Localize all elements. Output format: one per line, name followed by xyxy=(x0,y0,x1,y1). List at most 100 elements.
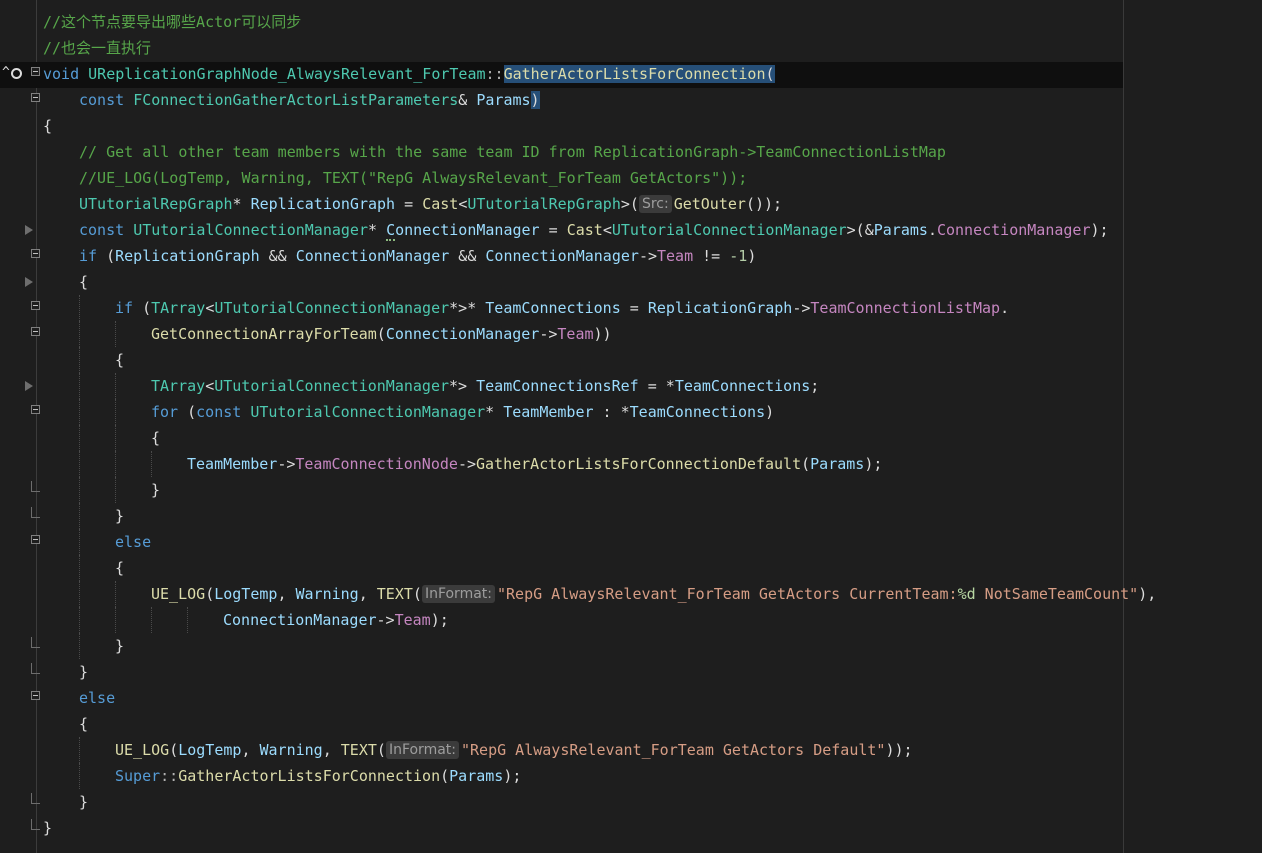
code-line[interactable]: // Get all other team members with the s… xyxy=(0,139,1262,165)
indent-guide xyxy=(115,607,117,633)
code-line[interactable]: UE_LOG(LogTemp, Warning, TEXT(InFormat: "… xyxy=(0,581,1262,607)
code-line[interactable]: { xyxy=(0,425,1262,451)
code-line[interactable]: //UE_LOG(LogTemp, Warning, TEXT("RepG Al… xyxy=(0,165,1262,191)
code-token: } xyxy=(79,663,89,681)
code-text: GetConnectionArrayForTeam(ConnectionMana… xyxy=(151,321,612,347)
fold-collapse-icon[interactable] xyxy=(31,691,40,700)
indent-guide xyxy=(79,503,81,529)
code-text: //这个节点要导出哪些Actor可以同步 xyxy=(43,9,301,35)
code-editor[interactable]: //这个节点要导出哪些Actor可以同步 //也会一直执行 ^ void URepli… xyxy=(0,0,1262,853)
code-line[interactable]: else xyxy=(0,529,1262,555)
code-line[interactable]: } xyxy=(0,815,1262,841)
code-token: // Get all other team members with the s… xyxy=(79,143,946,161)
code-token: ); xyxy=(430,611,449,629)
code-token: *>* xyxy=(449,299,486,317)
code-line[interactable]: const UTutorialConnectionManager* Connec… xyxy=(0,217,1262,243)
code-line[interactable]: if (TArray<UTutorialConnectionManager*>*… xyxy=(0,295,1262,321)
indent-guide xyxy=(79,295,81,321)
code-line[interactable]: UTutorialRepGraph* ReplicationGraph = Ca… xyxy=(0,191,1262,217)
expand-arrow-icon[interactable] xyxy=(25,277,33,287)
code-token: -1 xyxy=(729,247,748,265)
indent-guide xyxy=(79,425,81,451)
code-token: UTutorialConnectionManager xyxy=(214,299,450,317)
code-line[interactable]: } xyxy=(0,633,1262,659)
override-marker-icon[interactable]: ^ xyxy=(2,66,22,80)
code-line[interactable]: //也会一直执行 xyxy=(0,35,1262,61)
code-token: Team xyxy=(394,611,431,629)
code-line[interactable]: if (ReplicationGraph && ConnectionManage… xyxy=(0,243,1262,269)
code-token: if xyxy=(79,247,98,265)
code-token: UTutorialConnectionManager xyxy=(611,221,847,239)
code-token: , xyxy=(277,585,296,603)
fold-end-marker xyxy=(31,663,40,674)
fold-collapse-icon[interactable] xyxy=(31,93,40,102)
code-token: *> xyxy=(449,377,477,395)
code-token: UTutorialRepGraph xyxy=(467,195,621,213)
code-token: onnectionManager xyxy=(395,221,540,239)
fold-collapse-icon[interactable] xyxy=(31,405,40,414)
code-token: for xyxy=(151,403,179,421)
fold-collapse-icon[interactable] xyxy=(31,249,40,258)
code-token: //这个节点要导出哪些Actor可以同步 xyxy=(43,13,302,31)
code-line[interactable]: ConnectionManager->Team); xyxy=(0,607,1262,633)
code-line[interactable]: TeamMember->TeamConnectionNode->GatherAc… xyxy=(0,451,1262,477)
code-line[interactable]: { xyxy=(0,347,1262,373)
indent-guide xyxy=(79,737,81,763)
code-token: != xyxy=(693,247,730,265)
code-token: TeamConnections xyxy=(629,403,766,421)
code-line[interactable]: TArray<UTutorialConnectionManager*> Team… xyxy=(0,373,1262,399)
code-token: ( xyxy=(169,741,179,759)
code-token: < xyxy=(602,221,612,239)
code-token: Warning xyxy=(259,741,323,759)
fold-collapse-icon[interactable] xyxy=(31,535,40,544)
code-line[interactable]: } xyxy=(0,477,1262,503)
code-token: else xyxy=(79,689,116,707)
fold-collapse-icon[interactable] xyxy=(31,301,40,310)
code-line[interactable]: { xyxy=(0,555,1262,581)
fold-collapse-icon[interactable] xyxy=(31,67,40,76)
code-line[interactable]: ^ void UReplicationGraphNode_AlwaysReleva… xyxy=(0,61,1262,87)
code-text: if (ReplicationGraph && ConnectionManage… xyxy=(79,243,756,269)
code-line[interactable]: { xyxy=(0,113,1262,139)
expand-arrow-icon[interactable] xyxy=(25,225,33,235)
fold-end-marker xyxy=(31,507,40,518)
indent-guide xyxy=(151,607,153,633)
fold-collapse-icon[interactable] xyxy=(31,327,40,336)
code-token: UTutorialConnectionManager xyxy=(133,221,368,239)
code-line[interactable]: const FConnectionGatherActorListParamete… xyxy=(0,87,1262,113)
code-line[interactable]: Super::GatherActorListsForConnection(Par… xyxy=(0,763,1262,789)
code-line[interactable]: } xyxy=(0,789,1262,815)
code-token: UTutorialConnectionManager xyxy=(250,403,486,421)
code-token: { xyxy=(43,117,53,135)
code-text: { xyxy=(151,425,160,451)
code-token: const xyxy=(79,221,125,239)
code-token: ( xyxy=(205,585,215,603)
code-line[interactable]: UE_LOG(LogTemp, Warning, TEXT(InFormat: "… xyxy=(0,737,1262,763)
code-line[interactable]: } xyxy=(0,503,1262,529)
code-line[interactable]: for (const UTutorialConnectionManager* T… xyxy=(0,399,1262,425)
code-token: { xyxy=(79,273,89,291)
code-line[interactable]: } xyxy=(0,659,1262,685)
code-token: Cast xyxy=(422,195,459,213)
code-line[interactable]: else xyxy=(0,685,1262,711)
indent-guide xyxy=(115,581,117,607)
code-text: const UTutorialConnectionManager* Connec… xyxy=(79,217,1109,243)
indent-guide xyxy=(79,607,81,633)
code-token: -> xyxy=(376,611,395,629)
code-line[interactable]: GetConnectionArrayForTeam(ConnectionMana… xyxy=(0,321,1262,347)
code-token: Params xyxy=(810,455,865,473)
fold-end-marker xyxy=(31,637,40,648)
code-token: Params xyxy=(449,767,504,785)
code-token: * xyxy=(232,195,251,213)
code-line[interactable]: { xyxy=(0,711,1262,737)
code-token: TeamConnections xyxy=(485,299,621,317)
code-token: //UE_LOG(LogTemp, Warning, TEXT("RepG Al… xyxy=(79,169,748,187)
expand-arrow-icon[interactable] xyxy=(25,381,33,391)
code-token: < xyxy=(458,195,468,213)
code-line[interactable]: //这个节点要导出哪些Actor可以同步 xyxy=(0,9,1262,35)
code-line[interactable]: { xyxy=(0,269,1262,295)
fold-end-marker xyxy=(31,819,40,830)
code-token: ConnectionManager xyxy=(385,325,540,343)
code-token: UE_LOG xyxy=(115,741,170,759)
